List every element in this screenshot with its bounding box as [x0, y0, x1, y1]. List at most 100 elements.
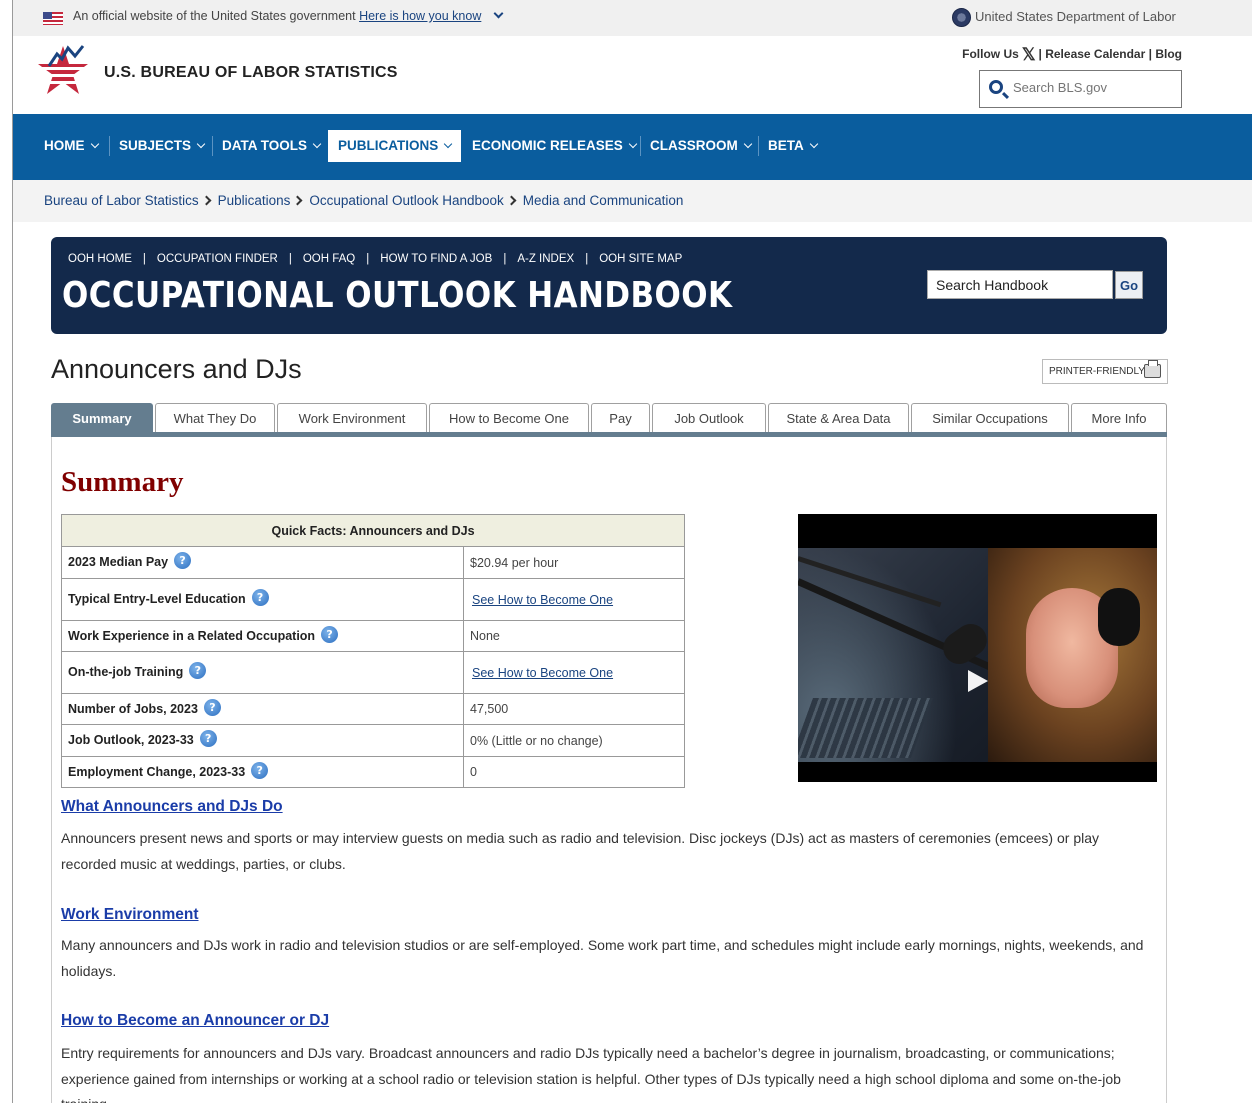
nav-classroom[interactable]: CLASSROOM: [640, 130, 761, 162]
table-row: Job Outlook, 2023-33? 0% (Little or no c…: [61, 724, 685, 757]
chevron-down-icon: [809, 139, 818, 149]
help-icon[interactable]: ?: [321, 625, 339, 643]
table-row: Typical Entry-Level Education? See How t…: [61, 578, 685, 621]
fact-label: 2023 Median Pay?: [61, 546, 464, 579]
page: An official website of the United States…: [0, 0, 1252, 1103]
separator: |: [1148, 47, 1152, 61]
nav-label: ECONOMIC RELEASES: [472, 138, 623, 153]
handbook-search: [927, 270, 1113, 299]
page-title: Announcers and DJs: [51, 354, 302, 384]
fact-label: Typical Entry-Level Education?: [61, 578, 464, 621]
tab-similar-occupations[interactable]: Similar Occupations: [911, 403, 1069, 434]
help-icon[interactable]: ?: [203, 698, 221, 716]
video-thumbnail: [798, 548, 1157, 762]
summary-heading: Summary: [61, 466, 184, 498]
printer-friendly-button[interactable]: PRINTER-FRIENDLY: [1042, 359, 1168, 384]
main-nav: HOME SUBJECTS DATA TOOLS PUBLICATIONS EC…: [13, 114, 1252, 180]
help-icon[interactable]: ?: [251, 589, 269, 606]
nav-home[interactable]: HOME: [34, 130, 108, 162]
help-icon[interactable]: ?: [251, 761, 269, 779]
fact-value: 0: [463, 756, 685, 788]
printer-icon: [1144, 360, 1161, 378]
nav-economic-releases[interactable]: ECONOMIC RELEASES: [462, 130, 646, 162]
see-how-to-become-one-link[interactable]: See How to Become One: [472, 666, 613, 680]
tab-more-info[interactable]: More Info: [1071, 403, 1167, 434]
site-search-input[interactable]: [1013, 80, 1173, 95]
tab-state-area-data[interactable]: State & Area Data: [768, 403, 909, 434]
chevron-right-icon: [201, 195, 212, 206]
tab-work-environment[interactable]: Work Environment: [277, 403, 427, 434]
x-logo-icon[interactable]: 𝕏: [1022, 45, 1036, 64]
nav-label: BETA: [768, 138, 804, 153]
bls-star-logo[interactable]: [35, 42, 91, 104]
see-how-to-become-one-link[interactable]: See How to Become One: [472, 593, 613, 607]
table-row: Number of Jobs, 2023? 47,500: [61, 693, 685, 725]
breadcrumb-item[interactable]: Publications: [218, 193, 291, 208]
help-icon[interactable]: ?: [199, 730, 217, 747]
help-icon[interactable]: ?: [174, 552, 192, 569]
handbook-search-input[interactable]: [936, 277, 1106, 293]
breadcrumb-item[interactable]: Bureau of Labor Statistics: [44, 193, 199, 208]
ooh-faq-link[interactable]: OOH FAQ: [303, 253, 355, 265]
play-icon[interactable]: [968, 670, 988, 692]
tab-summary[interactable]: Summary: [51, 403, 153, 434]
table-row: On-the-job Training? See How to Become O…: [61, 651, 685, 694]
fact-label-text: Job Outlook, 2023-33: [68, 733, 194, 747]
follow-row: Follow Us 𝕏 | Release Calendar | Blog: [962, 43, 1182, 64]
separator: |: [366, 253, 370, 265]
search-icon[interactable]: [989, 80, 1003, 94]
breadcrumb-item[interactable]: Occupational Outlook Handbook: [309, 193, 503, 208]
az-index-link[interactable]: A-Z INDEX: [517, 253, 574, 265]
quick-facts-caption: Quick Facts: Announcers and DJs: [61, 514, 685, 547]
nav-label: SUBJECTS: [119, 138, 192, 153]
help-icon[interactable]: ?: [189, 662, 207, 679]
fact-label: Job Outlook, 2023-33?: [61, 724, 464, 757]
section-heading-work-environment[interactable]: Work Environment: [61, 906, 199, 924]
us-flag-icon: [43, 12, 63, 25]
go-button[interactable]: Go: [1115, 271, 1143, 299]
breadcrumb-item[interactable]: Media and Communication: [523, 193, 684, 208]
fact-label: On-the-job Training?: [61, 651, 464, 694]
separator: |: [1038, 47, 1042, 61]
nav-data-tools[interactable]: DATA TOOLS: [212, 130, 330, 162]
blog-link[interactable]: Blog: [1155, 47, 1182, 61]
video-player[interactable]: [798, 514, 1157, 782]
tab-how-to-become-one[interactable]: How to Become One: [429, 403, 589, 434]
chevron-down-icon: [444, 139, 453, 149]
how-to-find-job-link[interactable]: HOW TO FIND A JOB: [380, 253, 492, 265]
site-header: U.S. BUREAU OF LABOR STATISTICS Follow U…: [13, 36, 1252, 114]
how-you-know-link[interactable]: Here is how you know: [359, 9, 481, 23]
dol-link[interactable]: United States Department of Labor: [975, 9, 1176, 24]
ooh-title[interactable]: OCCUPATIONAL OUTLOOK HANDBOOK: [62, 275, 732, 316]
nav-publications[interactable]: PUBLICATIONS: [328, 130, 462, 162]
chevron-down-icon: [312, 139, 322, 149]
fact-value: None: [463, 620, 685, 652]
breadcrumb-trail: Bureau of Labor Statistics Publications Oc…: [44, 193, 683, 208]
headphones: [1098, 588, 1140, 646]
chevron-down-icon: [90, 139, 99, 149]
site-title[interactable]: U.S. BUREAU OF LABOR STATISTICS: [104, 64, 398, 82]
tab-pay[interactable]: Pay: [591, 403, 650, 434]
table-row: Employment Change, 2023-33? 0: [61, 756, 685, 788]
fact-label-text: Work Experience in a Related Occupation: [68, 628, 316, 643]
section-heading-what-they-do[interactable]: What Announcers and DJs Do: [61, 798, 283, 816]
chevron-down-icon: [743, 139, 752, 149]
section-heading-how-to-become[interactable]: How to Become an Announcer or DJ: [61, 1012, 329, 1030]
chevron-right-icon: [506, 195, 517, 206]
nav-subjects[interactable]: SUBJECTS: [109, 130, 214, 162]
nav-beta[interactable]: BETA: [758, 130, 827, 162]
ooh-home-link[interactable]: OOH HOME: [68, 253, 132, 265]
tab-what-they-do[interactable]: What They Do: [155, 403, 275, 434]
table-row: 2023 Median Pay? $20.94 per hour: [61, 546, 685, 579]
tab-job-outlook[interactable]: Job Outlook: [652, 403, 766, 434]
separator: |: [288, 253, 292, 265]
section-text: Entry requirements for announcers and DJ…: [61, 1045, 1121, 1103]
follow-us-link[interactable]: Follow Us: [962, 47, 1019, 61]
chevron-down-icon: [196, 139, 206, 149]
ooh-site-map-link[interactable]: OOH SITE MAP: [599, 253, 682, 265]
release-calendar-link[interactable]: Release Calendar: [1045, 47, 1145, 61]
occupation-finder-link[interactable]: OCCUPATION FINDER: [157, 253, 278, 265]
fact-label-text: 2023 Median Pay: [68, 555, 169, 569]
fact-value: See How to Become One: [463, 651, 685, 694]
chevron-down-icon[interactable]: [493, 8, 504, 19]
